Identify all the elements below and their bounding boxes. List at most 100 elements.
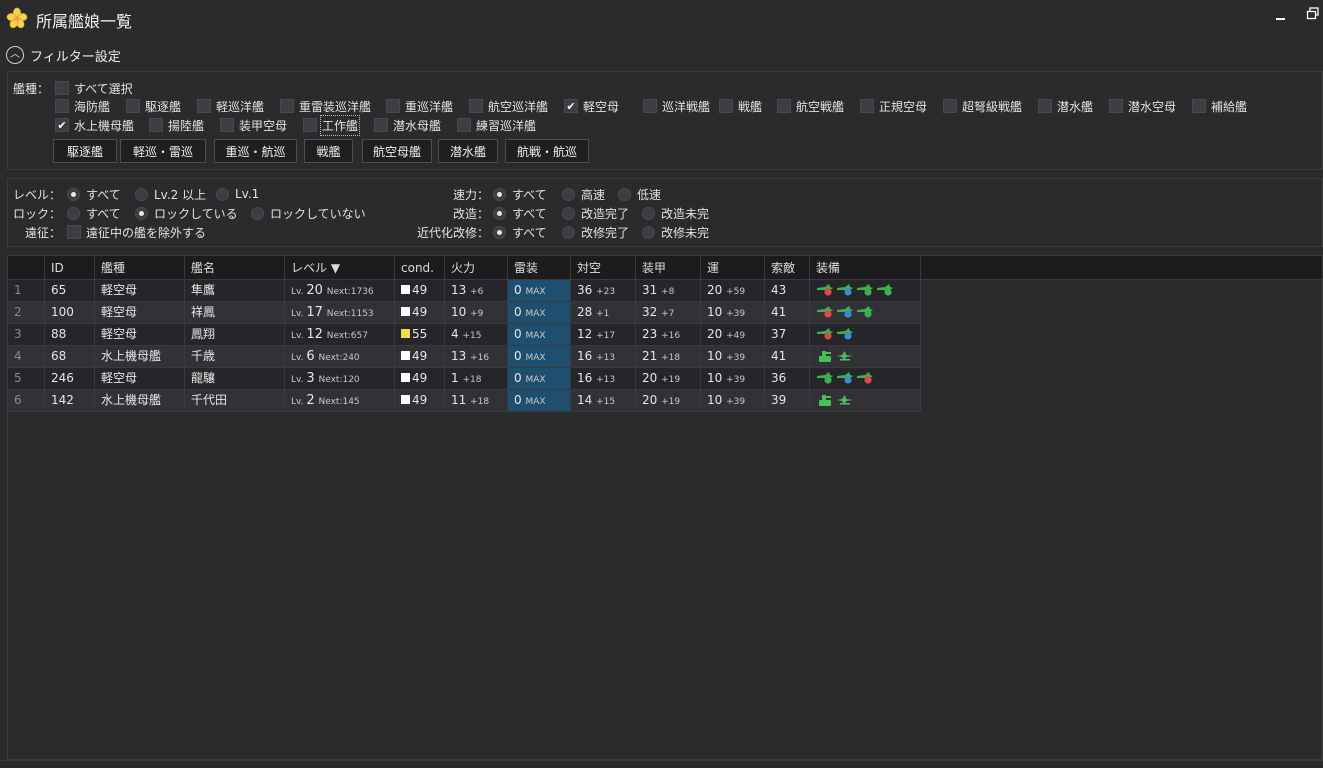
torpedo-cell: 0 MAX — [508, 324, 571, 345]
type-checkbox-light-carrier[interactable]: ✔ 軽空母 — [564, 98, 619, 114]
column-header-level[interactable]: レベル ▼ — [285, 256, 395, 280]
column-header-torpedo[interactable]: 雷装 — [508, 256, 571, 280]
column-header-row-number[interactable] — [8, 256, 45, 280]
checkbox-box — [469, 99, 483, 113]
lock-all-radio[interactable]: すべて — [67, 205, 121, 221]
column-header-line-of-sight[interactable]: 索敵 — [765, 256, 810, 280]
quick-select-carrier-button[interactable]: 航空母艦 — [362, 139, 432, 163]
column-header-condition[interactable]: cond. — [395, 256, 445, 280]
modern-all-radio[interactable]: すべて — [493, 224, 547, 240]
type-checkbox-submarine[interactable]: 潜水艦 — [1038, 98, 1093, 114]
modern-undone-radio[interactable]: 改修未完 — [642, 224, 709, 240]
type-checkbox-supply-ship[interactable]: 補給艦 — [1192, 98, 1247, 114]
remodel-done-radio[interactable]: 改造完了 — [562, 205, 629, 221]
ship-type-label: 艦種： — [13, 82, 50, 96]
anti-air-cell: 16 +13 — [571, 346, 636, 367]
type-checkbox-aviation-cruiser[interactable]: 航空巡洋艦 — [469, 98, 548, 114]
filter-settings-label: フィルター設定 — [30, 49, 121, 65]
id-cell: 246 — [45, 368, 95, 389]
luck-cell: 20 +49 — [701, 324, 765, 345]
speed-label: 速力： — [453, 188, 490, 202]
id-cell: 100 — [45, 302, 95, 323]
type-checkbox-submarine-tender[interactable]: 潜水母艦 — [374, 117, 441, 133]
line-of-sight-cell: 41 — [765, 302, 810, 323]
quick-select-aviation-battleship-cruiser-button[interactable]: 航戦・航巡 — [505, 139, 589, 163]
condition-indicator — [401, 395, 410, 404]
firepower-cell: 13 +6 — [445, 280, 508, 301]
type-checkbox-aviation-battleship[interactable]: 航空戦艦 — [777, 98, 844, 114]
type-checkbox-destroyer[interactable]: 駆逐艦 — [126, 98, 181, 114]
column-header-luck[interactable]: 運 — [701, 256, 765, 280]
type-checkbox-battleship[interactable]: 戦艦 — [719, 98, 762, 114]
quick-select-battleship-button[interactable]: 戦艦 — [304, 139, 353, 163]
level-all-radio[interactable]: すべて — [67, 186, 121, 202]
armor-cell: 21 +18 — [636, 346, 701, 367]
table-row[interactable]: 5 246 軽空母 龍驤 Lv. 3 Next:120 49 1 +18 0 MAX 16 +1… — [8, 368, 921, 390]
fighter-plane-icon — [816, 371, 836, 385]
remodel-undone-radio[interactable]: 改造未完 — [642, 205, 709, 221]
speed-slow-radio[interactable]: 低速 — [618, 186, 661, 202]
select-all-checkbox[interactable]: すべて選択 — [55, 80, 133, 96]
level-1-radio[interactable]: Lv.1 — [216, 186, 259, 202]
anti-air-cell: 36 +23 — [571, 280, 636, 301]
restore-icon[interactable] — [1306, 7, 1320, 21]
checkbox-box — [1192, 99, 1206, 113]
type-checkbox-torpedo-cruiser[interactable]: 重雷装巡洋艦 — [280, 98, 371, 114]
locked-radio[interactable]: ロックしている — [135, 205, 238, 221]
speed-fast-radio[interactable]: 高速 — [562, 186, 605, 202]
quick-select-heavy-aviation-cruiser-button[interactable]: 重巡・航巡 — [214, 139, 297, 163]
condition-cell: 49 — [395, 280, 445, 301]
line-of-sight-cell: 41 — [765, 346, 810, 367]
filter-settings-toggle[interactable]: ︿ フィルター設定 — [6, 45, 121, 65]
quick-select-light-torpedo-cruiser-button[interactable]: 軽巡・雷巡 — [120, 139, 206, 163]
type-checkbox-armored-carrier[interactable]: 装甲空母 — [220, 117, 287, 133]
checkbox-box — [457, 118, 471, 132]
remodel-all-radio[interactable]: すべて — [493, 205, 547, 221]
table-row[interactable]: 2 100 軽空母 祥鳳 Lv. 17 Next:1153 49 10 +9 0 MAX 28 … — [8, 302, 921, 324]
exclude-expedition-checkbox[interactable]: 遠征中の艦を除外する — [67, 224, 206, 240]
type-checkbox-heavy-cruiser[interactable]: 重巡洋艦 — [386, 98, 453, 114]
column-header-equipment[interactable]: 装備 — [810, 256, 921, 280]
type-checkbox-standard-carrier[interactable]: 正規空母 — [860, 98, 927, 114]
grid-header: ID 艦種 艦名 レベル ▼ cond. 火力 雷装 対空 装甲運索敵 装備 — [8, 256, 1322, 280]
firepower-cell: 10 +9 — [445, 302, 508, 323]
table-row[interactable]: 4 68 水上機母艦 千歳 Lv. 6 Next:240 49 13 +16 0 MAX 16 … — [8, 346, 921, 368]
table-row[interactable]: 1 65 軽空母 隼鷹 Lv. 20 Next:1736 49 13 +6 0 MAX 36 +… — [8, 280, 921, 302]
table-row[interactable]: 3 88 軽空母 鳳翔 Lv. 12 Next:657 55 4 +15 0 MAX 12 +1… — [8, 324, 921, 346]
torpedo-cell: 0 MAX — [508, 346, 571, 367]
column-header-firepower[interactable]: 火力 — [445, 256, 508, 280]
column-header-id[interactable]: ID — [45, 256, 95, 280]
column-header-anti-air[interactable]: 対空 — [571, 256, 636, 280]
minimize-button[interactable] — [1276, 10, 1286, 22]
type-checkbox-landing-ship[interactable]: 揚陸艦 — [149, 117, 204, 133]
type-checkbox-seaplane-tender[interactable]: ✔ 水上機母艦 — [55, 117, 134, 133]
checkbox-box — [386, 99, 400, 113]
type-checkbox-super-dreadnought[interactable]: 超弩級戦艦 — [943, 98, 1022, 114]
modern-done-radio[interactable]: 改修完了 — [562, 224, 629, 240]
column-header-ship-type[interactable]: 艦種 — [95, 256, 185, 280]
checkbox-box — [149, 118, 163, 132]
id-cell: 88 — [45, 324, 95, 345]
type-checkbox-battlecruiser[interactable]: 巡洋戦艦 — [643, 98, 710, 114]
unlocked-radio[interactable]: ロックしていない — [251, 205, 366, 221]
type-checkbox-light-cruiser[interactable]: 軽巡洋艦 — [197, 98, 264, 114]
quick-select-destroyer-button[interactable]: 駆逐艦 — [53, 139, 117, 163]
type-checkbox-submarine-carrier[interactable]: 潜水空母 — [1109, 98, 1176, 114]
column-header-ship-name[interactable]: 艦名 — [185, 256, 285, 280]
speed-all-radio[interactable]: すべて — [493, 186, 547, 202]
type-checkbox-repair-ship[interactable]: 工作艦 — [303, 114, 361, 136]
level-2-plus-radio[interactable]: Lv.2 以上 — [135, 186, 206, 202]
luck-cell: 10 +39 — [701, 302, 765, 323]
table-row[interactable]: 6 142 水上機母艦 千代田 Lv. 2 Next:145 49 11 +18 0 MAX 1… — [8, 390, 921, 412]
quick-select-submarine-button[interactable]: 潜水艦 — [438, 139, 498, 163]
line-of-sight-cell: 43 — [765, 280, 810, 301]
gun-plane-icon — [816, 349, 836, 363]
checkbox-box — [197, 99, 211, 113]
type-checkbox-kaiboukan[interactable]: 海防艦 — [55, 98, 110, 114]
ship-type-cell: 水上機母艦 — [95, 346, 185, 367]
ship-name-cell: 祥鳳 — [185, 302, 285, 323]
ship-type-cell: 水上機母艦 — [95, 390, 185, 411]
type-checkbox-training-cruiser[interactable]: 練習巡洋艦 — [457, 117, 536, 133]
firepower-cell: 11 +18 — [445, 390, 508, 411]
column-header-armor[interactable]: 装甲 — [636, 256, 701, 280]
